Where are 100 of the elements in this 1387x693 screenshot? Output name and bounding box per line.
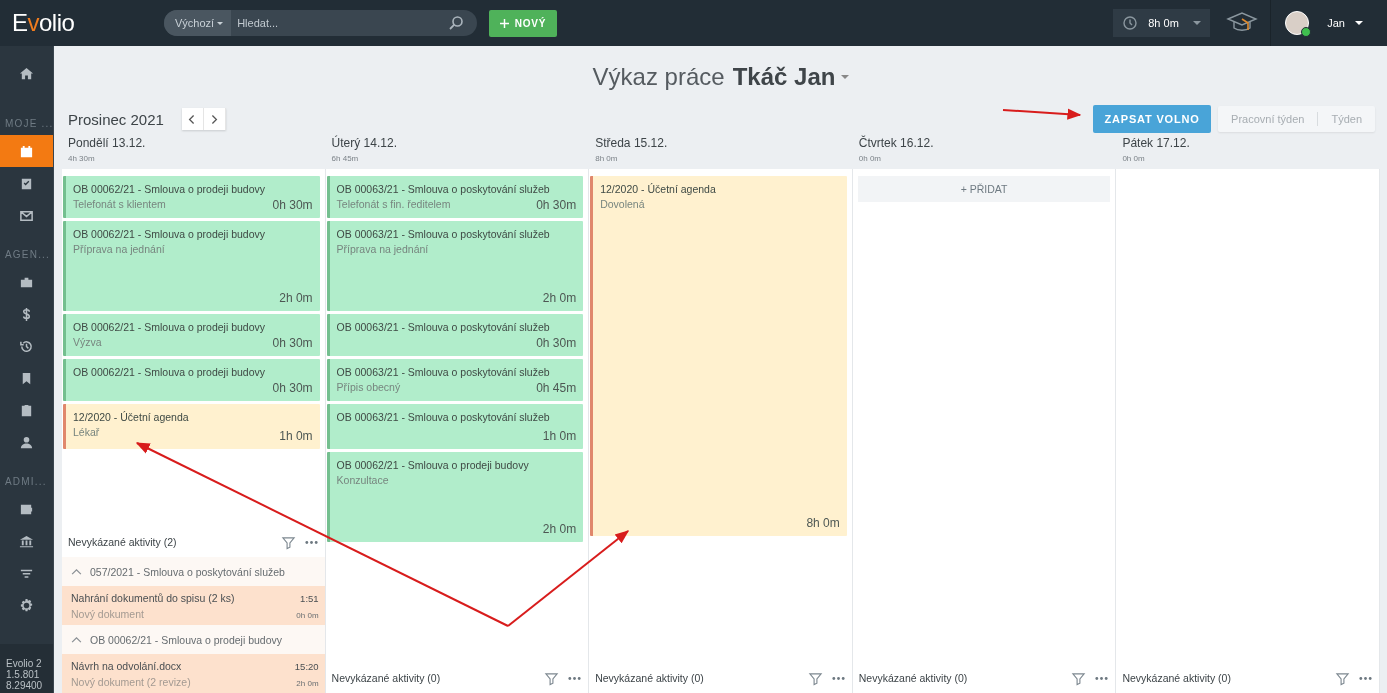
day-heading: Pátek 17.12.	[1122, 136, 1191, 150]
settings-icon	[19, 597, 34, 613]
filter-icon[interactable]	[807, 670, 823, 686]
day-total: 6h 45m	[331, 154, 360, 163]
entry-activity: Přípis obecný	[336, 381, 401, 393]
day-total: 4h 30m	[68, 154, 96, 163]
clock-icon	[1122, 15, 1139, 31]
entry-title: OB 00063/21 - Smlouva o poskytování služeb	[336, 183, 551, 195]
day-heading: Pondělí 13.12.	[68, 136, 147, 150]
day-heading: Středa 15.12.	[595, 136, 669, 150]
next-button[interactable]	[203, 108, 226, 130]
unreported-heading: Nevykázané aktivity (0)	[1122, 672, 1232, 684]
activity-detail: Nový dokument (2 revize)	[71, 676, 191, 688]
entry-duration: 0h 30m	[272, 336, 313, 350]
entry-activity: Telefonát s fin. ředitelem	[336, 198, 451, 210]
entry-activity: Příprava na jednání	[336, 243, 429, 255]
unreported-activity[interactable]: Návrh na odvolání.docx 15:20 Nový dokument (2 revize) 2h 0m	[62, 654, 325, 693]
time-entry-card[interactable]: 12/2020 - Účetní agenda Dovolená 8h 0m	[590, 176, 847, 536]
previous-button[interactable]	[181, 108, 204, 130]
entry-activity: Telefonát s klientem	[73, 198, 166, 210]
entry-title: 12/2020 - Účetní agenda	[73, 411, 190, 423]
day-heading: Úterý 14.12.	[331, 136, 398, 150]
entry-title: 12/2020 - Účetní agenda	[600, 183, 717, 195]
entry-title: OB 00063/21 - Smlouva o poskytování služeb	[336, 321, 551, 333]
unreported-heading: Nevykázané aktivity (2)	[68, 536, 178, 548]
activity-duration: 2h 0m	[296, 679, 319, 688]
avatar[interactable]	[1285, 11, 1310, 35]
day-total: 0h 0m	[1122, 154, 1146, 163]
time-entry-card[interactable]: OB 00062/21 - Smlouva o prodeji budovy Telefonát s klientem 0h 30m	[63, 176, 320, 218]
caret-icon	[1193, 21, 1202, 25]
time-entry-card[interactable]: OB 00063/21 - Smlouva o poskytování služeb 1h 0m	[326, 404, 584, 449]
history-icon	[19, 338, 34, 354]
chevron-right-icon	[210, 113, 219, 125]
caret-icon	[841, 75, 850, 79]
person-dropdown[interactable]: Tkáč Jan	[732, 63, 850, 91]
entry-duration: 2h 0m	[279, 291, 313, 305]
entry-activity: Příprava na jednání	[73, 243, 165, 255]
time-entry-card[interactable]: OB 00063/21 - Smlouva o poskytování služeb Přípis obecný 0h 45m	[326, 359, 584, 401]
filter-icon[interactable]	[1334, 670, 1350, 686]
caret-icon	[1355, 21, 1363, 25]
activity-group-title: 057/2021 - Smlouva o poskytování služeb	[90, 565, 285, 578]
search-field[interactable]: Výchozí Hledat...	[164, 10, 477, 36]
search-scope-dropdown[interactable]: Výchozí	[164, 10, 232, 36]
logo[interactable]: Evolio	[12, 9, 152, 37]
activity-detail: Nový dokument	[71, 608, 144, 620]
time-entry-card[interactable]: OB 00063/21 - Smlouva o poskytování služeb 0h 30m	[326, 314, 584, 356]
plus-icon	[499, 18, 509, 28]
entry-title: OB 00062/21 - Smlouva o prodeji budovy	[73, 228, 267, 240]
time-entry-card[interactable]: 12/2020 - Účetní agenda Lékař 1h 0m	[63, 404, 320, 449]
unreported-activity[interactable]: Nahrání dokumentů do spisu (2 ks) 1:51 Nový dokument 0h 0m	[62, 586, 325, 625]
activity-duration: 0h 0m	[296, 611, 319, 620]
day-total: 8h 0m	[595, 154, 619, 163]
entry-title: OB 00063/21 - Smlouva o poskytování služeb	[336, 228, 551, 240]
entry-duration: 1h 0m	[542, 429, 577, 443]
entry-duration: 0h 30m	[536, 198, 577, 212]
version-text: 1.5.801	[6, 669, 41, 680]
entry-duration: 2h 0m	[542, 291, 577, 305]
entry-title: OB 00062/21 - Smlouva o prodeji budovy	[73, 183, 267, 195]
timer-dropdown[interactable]: 8h 0m	[1113, 9, 1211, 37]
activity-time: 1:51	[300, 593, 319, 604]
sidebar-section-label: AGEN...	[4, 248, 52, 262]
calendar-icon	[19, 143, 34, 159]
filter-icon[interactable]	[280, 534, 296, 550]
activity-group-header[interactable]: OB 00062/21 - Smlouva o prodeji budovy	[62, 625, 325, 654]
time-entry-card[interactable]: OB 00062/21 - Smlouva o prodeji budovy Výzva 0h 30m	[63, 314, 320, 356]
add-button[interactable]: + PŘIDAT	[857, 176, 1111, 202]
entry-duration: 1h 0m	[279, 429, 313, 443]
time-entry-card[interactable]: OB 00063/21 - Smlouva o poskytování služeb Příprava na jednání 2h 0m	[326, 221, 584, 311]
sidebar-item[interactable]	[0, 135, 53, 167]
month-label: Prosinec 2021	[68, 110, 164, 128]
entry-duration: 0h 45m	[536, 381, 577, 395]
time-entry-card[interactable]: OB 00063/21 - Smlouva o poskytování služeb Telefonát s fin. ředitelem 0h 30m	[326, 176, 584, 218]
activity-name: Nahrání dokumentů do spisu (2 ks)	[71, 592, 235, 604]
time-entry-card[interactable]: OB 00062/21 - Smlouva o prodeji budovy Příprava na jednání 2h 0m	[63, 221, 320, 311]
entry-duration: 0h 30m	[272, 381, 313, 395]
time-entry-card[interactable]: OB 00062/21 - Smlouva o prodeji budovy 0h 30m	[63, 359, 320, 401]
entry-title: OB 00062/21 - Smlouva o prodeji budovy	[73, 366, 267, 378]
day-heading: Čtvrtek 16.12.	[858, 136, 935, 150]
activity-name: Návrh na odvolání.docx	[71, 660, 182, 672]
entry-title: OB 00063/21 - Smlouva o poskytování služeb	[336, 411, 551, 423]
user-menu[interactable]: Jan	[1321, 16, 1369, 30]
caret-icon	[217, 21, 224, 25]
person-icon	[19, 434, 34, 450]
unreported-heading: Nevykázané aktivity (0)	[595, 672, 705, 684]
activity-group-header[interactable]: 057/2021 - Smlouva o poskytování služeb	[62, 557, 325, 586]
version-text: Evolio 2	[6, 658, 43, 669]
version-text: 8.29400	[6, 680, 44, 691]
entry-duration: 8h 0m	[806, 516, 840, 530]
filter-icon[interactable]	[1071, 670, 1087, 686]
time-entry-card[interactable]: OB 00062/21 - Smlouva o prodeji budovy Konzultace 2h 0m	[326, 452, 584, 542]
page-title: Výkaz práce	[592, 63, 725, 91]
entry-duration: 0h 30m	[272, 198, 313, 212]
entry-title: OB 00063/21 - Smlouva o poskytování služeb	[336, 366, 551, 378]
entry-activity: Lékař	[73, 426, 100, 438]
entry-duration: 2h 0m	[542, 522, 577, 536]
entry-activity: Dovolená	[600, 198, 645, 210]
search-icon[interactable]	[448, 15, 464, 31]
filter-icon[interactable]	[544, 670, 560, 686]
unreported-heading: Nevykázané aktivity (0)	[858, 672, 969, 684]
unreported-heading: Nevykázané aktivity (0)	[331, 672, 442, 684]
